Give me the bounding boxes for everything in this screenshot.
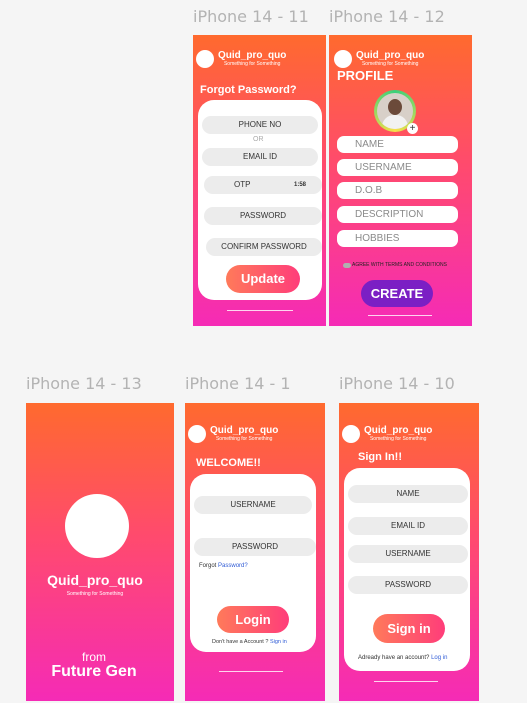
username-input[interactable]: USERNAME — [348, 545, 468, 563]
forgot-password-link[interactable]: Password? — [218, 563, 248, 569]
name-input[interactable]: NAME — [337, 136, 458, 153]
login-screen: Quid_pro_quo Something for Something WEL… — [185, 403, 325, 701]
name-input[interactable]: NAME — [348, 485, 468, 503]
home-indicator — [374, 681, 438, 682]
splash-tagline: Something for Something — [66, 591, 124, 597]
brand-logo — [334, 50, 352, 68]
brand-name: Quid_pro_quo — [356, 50, 425, 61]
profile-screen: Quid_pro_quo Something for Something PRO… — [329, 35, 472, 326]
or-divider: OR — [253, 136, 264, 143]
login-button[interactable]: Login — [217, 606, 289, 633]
login-card: USERNAME PASSWORD Forgot Password? Login… — [190, 474, 316, 652]
splash-logo — [65, 494, 129, 558]
description-input[interactable]: DESCRIPTION — [337, 206, 458, 223]
signin-button[interactable]: Sign in — [373, 614, 445, 643]
otp-placeholder: OTP — [234, 180, 251, 189]
brand-header: Quid_pro_quo Something for Something — [188, 425, 278, 443]
username-input[interactable]: USERNAME — [194, 496, 312, 514]
brand-name: Quid_pro_quo — [210, 425, 279, 436]
avatar-head — [388, 99, 402, 115]
home-indicator — [368, 315, 432, 316]
password-input[interactable]: PASSWORD — [194, 538, 316, 556]
confirm-password-input[interactable]: CONFIRM PASSWORD — [206, 238, 322, 256]
home-indicator — [219, 671, 283, 672]
brand-name: Quid_pro_quo — [364, 425, 433, 436]
otp-timer: 1:58 — [293, 182, 306, 188]
terms-label: AGREE WITH TERMS AND CONDITIONS — [352, 262, 447, 268]
home-indicator — [227, 310, 293, 311]
add-photo-icon[interactable]: + — [407, 123, 418, 134]
brand-header: Quid_pro_quo Something for Something — [342, 425, 432, 443]
brand-name: Quid_pro_quo — [218, 50, 287, 61]
have-account-label: Adready have an account? — [358, 655, 430, 661]
signin-card: NAME EMAIL ID USERNAME PASSWORD Sign in … — [344, 468, 470, 671]
splash-screen: Quid_pro_quo Something for Something fro… — [26, 403, 174, 701]
frame-label-13: iPhone 14 - 13 — [26, 374, 142, 393]
avatar-shirt — [382, 115, 408, 129]
brand-tagline: Something for Something — [369, 436, 427, 442]
signin-link[interactable]: Sign in — [270, 639, 287, 645]
create-button[interactable]: CREATE — [361, 280, 433, 307]
email-input[interactable]: EMAIL ID — [202, 148, 318, 166]
brand-logo — [342, 425, 360, 443]
login-link[interactable]: Log in — [431, 655, 447, 661]
frame-label-11: iPhone 14 - 11 — [193, 7, 309, 26]
frame-label-10: iPhone 14 - 10 — [339, 374, 455, 393]
hobbies-input[interactable]: HOBBIES — [337, 230, 458, 247]
brand-tagline: Something for Something — [361, 61, 419, 67]
username-input[interactable]: USERNAME — [337, 159, 458, 176]
frame-label-12: iPhone 14 - 12 — [329, 7, 445, 26]
brand-header: Quid_pro_quo Something for Something — [196, 50, 286, 68]
forgot-label: Forgot — [199, 563, 217, 569]
password-input[interactable]: PASSWORD — [204, 207, 322, 225]
avatar[interactable] — [377, 93, 413, 129]
page-title: Forgot Password? — [200, 84, 297, 96]
page-title: Sign In!! — [358, 451, 402, 463]
phone-input[interactable]: PHONE NO — [202, 116, 318, 134]
update-button[interactable]: Update — [226, 265, 300, 293]
dob-input[interactable]: D.O.B — [337, 182, 458, 199]
email-input[interactable]: EMAIL ID — [348, 517, 468, 535]
frame-label-1: iPhone 14 - 1 — [185, 374, 291, 393]
from-label: from — [82, 650, 106, 664]
forgot-password-screen: Quid_pro_quo Something for Something For… — [193, 35, 326, 326]
otp-input[interactable]: OTP 1:58 — [204, 176, 322, 194]
password-input[interactable]: PASSWORD — [348, 576, 468, 594]
avatar-ring: + — [374, 90, 418, 134]
page-title: WELCOME!! — [196, 457, 261, 469]
signin-screen: Quid_pro_quo Something for Something Sig… — [339, 403, 479, 701]
brand-header: Quid_pro_quo Something for Something — [334, 50, 424, 68]
splash-brand-name: Quid_pro_quo — [47, 572, 143, 588]
form-card: PHONE NO OR EMAIL ID OTP 1:58 PASSWORD C… — [198, 100, 322, 300]
brand-logo — [188, 425, 206, 443]
brand-tagline: Something for Something — [215, 436, 273, 442]
company-name: Future Gen — [51, 663, 137, 680]
signup-prompt: Don't have a Account ? Sign in — [212, 639, 287, 645]
brand-logo — [196, 50, 214, 68]
page-title: PROFILE — [337, 68, 394, 83]
brand-tagline: Something for Something — [223, 61, 281, 67]
forgot-password-text: Forgot Password? — [199, 563, 248, 569]
login-prompt: Adready have an account? Log in — [358, 655, 447, 661]
terms-toggle[interactable] — [343, 263, 351, 268]
no-account-label: Don't have a Account ? — [212, 639, 269, 645]
